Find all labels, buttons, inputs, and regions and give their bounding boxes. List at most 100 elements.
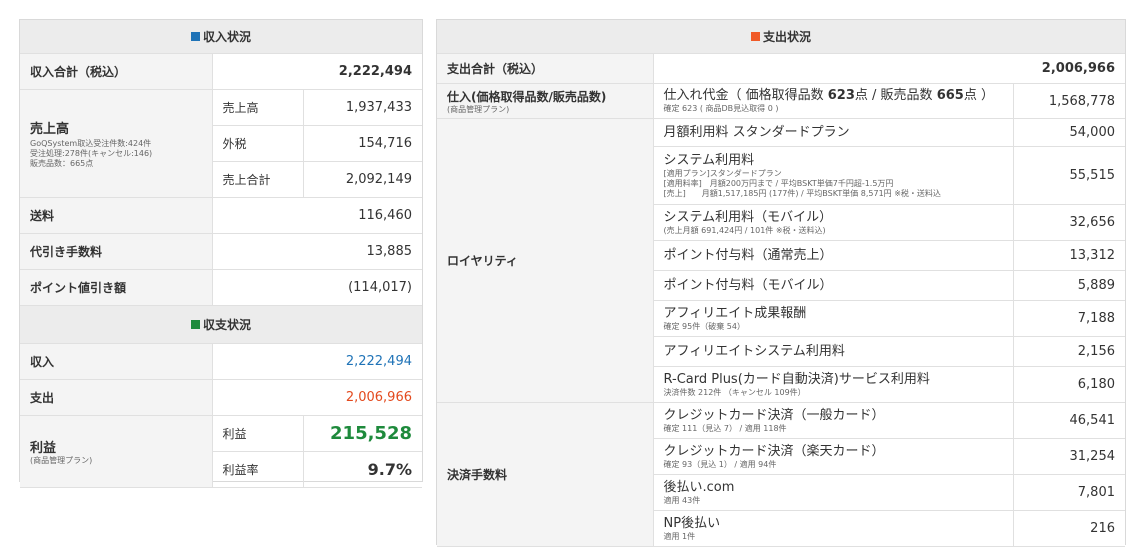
income-table: 収入状況 収入合計（税込） 2,222,494 売上高 GoQSystem取込受…	[20, 20, 422, 488]
royalty-desc-cell: ポイント付与料（通常売上）	[653, 240, 1014, 271]
royalty-value: 2,156	[1012, 336, 1125, 367]
royalty-sub: 決済件数 212件 （キャンセル 109件）	[663, 387, 806, 397]
balance-expense-label: 支出	[20, 379, 213, 416]
sales-label-cell: 売上高 GoQSystem取込受注件数:424件 受注処理:278件(キャンセル…	[20, 89, 213, 198]
purchase-label: 仕入(価格取得品数/販売品数)	[447, 89, 607, 104]
royalty-desc-cell: システム利用料 [適用プラン]スタンダードプラン [適用料率] 月額200万円ま…	[653, 146, 1014, 205]
payment-value: 31,254	[1012, 438, 1125, 475]
royalty-value: 6,180	[1012, 366, 1125, 403]
balance-income-value: 2,222,494	[211, 343, 422, 380]
royalty-label: ロイヤリティ	[437, 118, 654, 403]
payment-desc: クレジットカード決済（楽天カード）	[663, 443, 885, 459]
payment-desc: 後払い.com	[663, 479, 735, 495]
tax-value: 154,716	[302, 125, 422, 162]
shipping-label: 送料	[20, 197, 213, 234]
royalty-desc-cell: アフィリエイト成果報酬 確定 95件（破棄 54）	[653, 300, 1014, 337]
sales-value: 1,937,433	[302, 89, 422, 126]
income-header: 収入状況	[20, 20, 422, 54]
purchase-label-cell: 仕入(価格取得品数/販売品数) (商品管理プラン)	[437, 83, 654, 119]
profit-rate-value: 9.7%	[302, 451, 422, 488]
sales-total-value: 2,092,149	[302, 161, 422, 198]
profit-value: 215,528	[302, 415, 422, 452]
sales-total-label: 売上合計	[212, 161, 304, 198]
purchase-row: 仕入(価格取得品数/販売品数) (商品管理プラン) 仕入れ代金（ 価格取得品数 …	[437, 83, 1125, 119]
royalty-value: 5,889	[1012, 270, 1125, 301]
royalty-value: 55,515	[1012, 146, 1125, 205]
square-icon	[190, 320, 200, 329]
income-total-row: 収入合計（税込） 2,222,494	[20, 53, 422, 90]
profit-sub-label: 利益	[211, 415, 304, 452]
point-discount-value: (114,017)	[211, 269, 422, 306]
royalty-desc-cell: R-Card Plus(カード自動決済)サービス利用料 決済件数 212件 （キ…	[653, 366, 1014, 403]
payment-value: 46,541	[1012, 402, 1125, 439]
royalty-desc: R-Card Plus(カード自動決済)サービス利用料	[663, 371, 930, 387]
balance-expense-value: 2,006,966	[211, 379, 422, 416]
purchase-note: (商品管理プラン)	[447, 104, 510, 114]
payment-row: 決済手数料 クレジットカード決済（一般カード） 確定 111（見込 7） / 適…	[437, 402, 1125, 547]
expense-panel: 支出状況 支出合計（税込） 2,006,966 仕入(価格取得品数/販売品数) …	[436, 19, 1126, 547]
profit-rate-label: 利益率	[212, 451, 304, 488]
royalty-value: 54,000	[1012, 118, 1125, 147]
point-discount-label: ポイント値引き額	[20, 269, 213, 306]
payment-desc: NP後払い	[663, 515, 721, 531]
shipping-value: 116,460	[211, 197, 422, 234]
purchase-sub: 確定 623 ( 商品DB見込取得 0 )	[663, 104, 779, 113]
payment-value: 7,801	[1012, 474, 1125, 511]
royalty-sub: (売上月額 691,424円 / 101件 ※税・送料込)	[663, 225, 826, 235]
royalty-desc: アフィリエイトシステム利用料	[663, 343, 845, 359]
sales-note-2: 受注処理:278件(キャンセル:146)	[30, 149, 153, 158]
income-total-label: 収入合計（税込）	[20, 53, 213, 90]
sales-sub-label: 売上高	[211, 89, 304, 126]
balance-income-row: 収入 2,222,494	[20, 343, 422, 380]
payment-desc-cell: クレジットカード決済（一般カード） 確定 111（見込 7） / 適用 118件	[652, 402, 1014, 439]
square-icon	[750, 32, 760, 41]
square-icon	[190, 32, 200, 41]
payment-desc-cell: クレジットカード決済（楽天カード） 確定 93（見込 1） / 適用 94件	[653, 438, 1014, 475]
cod-fee-value: 13,885	[211, 233, 422, 270]
payment-sub: 適用 1件	[663, 531, 696, 541]
royalty-sub: 確定 95件（破棄 54）	[663, 321, 745, 331]
purchase-desc-cell: 仕入れ代金（ 価格取得品数 623点 / 販売品数 665点 ） 確定 623 …	[652, 83, 1014, 119]
profit-row: 利益 (商品管理プラン) 利益 215,528	[20, 415, 422, 488]
royalty-value: 7,188	[1012, 300, 1125, 337]
cod-fee-row: 代引き手数料 13,885	[20, 233, 422, 270]
profit-label: 利益	[30, 441, 57, 456]
cod-fee-label: 代引き手数料	[20, 233, 213, 270]
royalty-desc-cell: システム利用料（モバイル） (売上月額 691,424円 / 101件 ※税・送…	[653, 204, 1014, 241]
purchase-value: 1,568,778	[1012, 83, 1125, 119]
purchase-desc: 仕入れ代金（ 価格取得品数 623点 / 販売品数 665点 ）	[663, 88, 994, 103]
royalty-desc-cell: ポイント付与料（モバイル）	[653, 270, 1014, 301]
royalty-value: 32,656	[1012, 204, 1125, 241]
income-title: 収入状況	[202, 30, 251, 44]
balance-expense-row: 支出 2,006,966	[20, 379, 422, 416]
balance-header: 収支状況	[20, 305, 422, 344]
profit-label-cell: 利益 (商品管理プラン)	[20, 415, 213, 488]
royalty-desc: システム利用料	[663, 152, 755, 168]
sales-note-1: GoQSystem取込受注件数:424件	[30, 139, 152, 148]
royalty-value: 13,312	[1012, 240, 1125, 271]
royalty-desc: 月額利用料 スタンダードプラン	[663, 124, 850, 140]
royalty-desc: システム利用料（モバイル）	[663, 209, 833, 225]
balance-income-label: 収入	[20, 343, 213, 380]
royalty-desc-cell: 月額利用料 スタンダードプラン	[652, 118, 1014, 147]
income-panel: 収入状況 収入合計（税込） 2,222,494 売上高 GoQSystem取込受…	[19, 19, 423, 488]
balance-title: 収支状況	[202, 318, 251, 332]
expense-total-value: 2,006,966	[652, 53, 1125, 84]
payment-desc-cell: 後払い.com 適用 43件	[653, 474, 1014, 511]
expense-table: 支出状況 支出合計（税込） 2,006,966 仕入(価格取得品数/販売品数) …	[437, 20, 1125, 547]
income-total-value: 2,222,494	[211, 53, 422, 90]
sales-label: 売上高	[30, 122, 70, 137]
profit-note: (商品管理プラン)	[30, 456, 93, 465]
expense-total-label: 支出合計（税込）	[437, 53, 654, 84]
payment-sub: 適用 43件	[663, 495, 701, 505]
payment-sub: 確定 111（見込 7） / 適用 118件	[663, 423, 787, 433]
point-discount-row: ポイント値引き額 (114,017)	[20, 269, 422, 306]
tax-label: 外税	[212, 125, 304, 162]
payment-desc: クレジットカード決済（一般カード）	[663, 407, 885, 423]
royalty-sub: [適用プラン]スタンダードプラン	[663, 168, 782, 178]
payment-value: 216	[1012, 510, 1125, 547]
shipping-row: 送料 116,460	[20, 197, 422, 234]
royalty-desc-cell: アフィリエイトシステム利用料	[653, 336, 1014, 367]
royalty-desc: ポイント付与料（モバイル）	[663, 277, 833, 293]
payment-desc-cell: NP後払い 適用 1件	[653, 510, 1014, 547]
